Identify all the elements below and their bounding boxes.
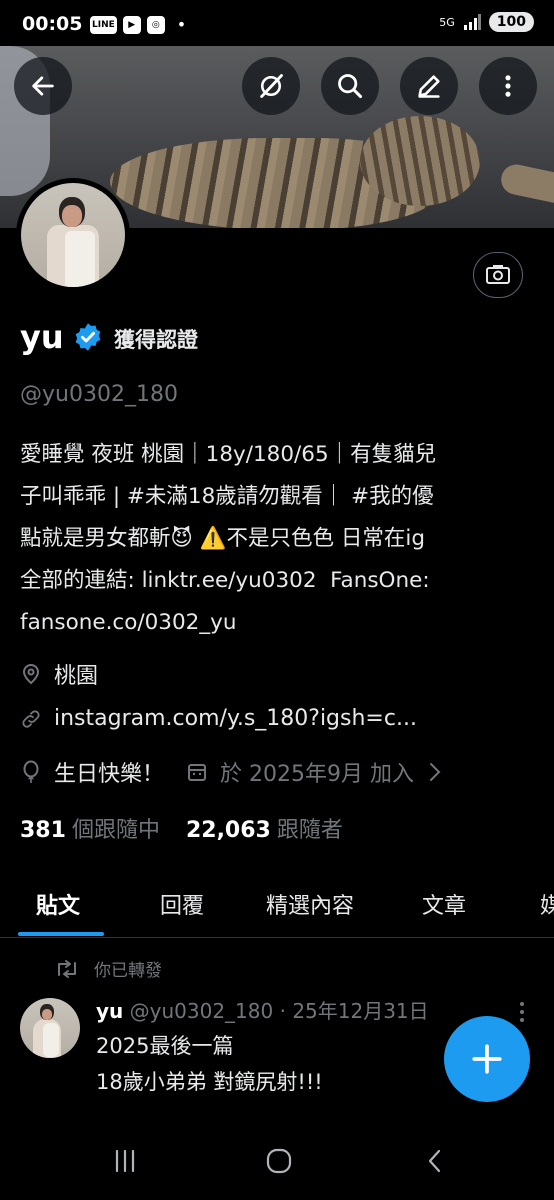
post-author-handle[interactable]: @yu0302_180 [130, 999, 274, 1023]
instagram-app-icon: ◎ [146, 15, 165, 34]
tab-posts[interactable]: 貼文 [36, 888, 80, 920]
followers-stat[interactable]: 22,063 跟隨者 [186, 812, 343, 844]
repost-icon [58, 959, 76, 978]
location-row: 桃園 [20, 658, 98, 690]
follow-stats: 381 個跟隨中 22,063 跟隨者 [20, 812, 343, 844]
tab-replies[interactable]: 回覆 [160, 888, 204, 920]
back-nav-button[interactable] [410, 1144, 460, 1178]
following-stat[interactable]: 381 個跟隨中 [20, 812, 160, 844]
tab-media[interactable]: 媒 [540, 888, 554, 920]
profile-bio: 愛睡覺 夜班 桃園｜18y/180/65｜有隻貓兒 子叫乖乖 | #未滿18歲請… [20, 442, 437, 635]
banner-cat-tail [498, 161, 554, 221]
search-button[interactable] [321, 57, 379, 115]
followers-count: 22,063 [185, 818, 271, 843]
birthday-joined-row: 生日快樂！ 於 2025年9月 加入 [20, 756, 458, 788]
home-icon [266, 1148, 292, 1174]
verified-badge-icon[interactable] [73, 322, 103, 352]
profile-name: yu [20, 318, 64, 356]
post-more-icon[interactable] [515, 1000, 529, 1024]
post-text: 2025最後一篇 18歲小弟弟 對鏡尻射!!! [96, 1034, 323, 1094]
pencil-icon [418, 75, 440, 98]
following-label: 個跟隨中 [71, 818, 160, 843]
line-app-icon: LINE [90, 15, 117, 34]
camera-button[interactable] [473, 252, 523, 298]
profile-tabs: 貼文 回覆 精選內容 文章 媒 [0, 880, 554, 938]
tab-highlights[interactable]: 精選內容 [266, 888, 354, 920]
notification-icons: LINE ▶ ◎ • [90, 15, 186, 34]
repost-indicator: 你已轉發 [54, 956, 162, 981]
home-button[interactable] [254, 1144, 304, 1178]
system-nav-bar [0, 1120, 554, 1200]
recent-apps-button[interactable] [100, 1144, 150, 1178]
network-type-label: 5G [439, 15, 455, 29]
location-text: 桃園 [54, 664, 99, 689]
website-row: instagram.com/y.s_180?igsh=c... [20, 706, 417, 731]
post-author-avatar[interactable] [20, 998, 80, 1058]
active-tab-indicator [18, 932, 104, 936]
back-button[interactable] [14, 57, 72, 115]
get-verified-link[interactable]: 獲得認證 [114, 324, 198, 354]
birthday-text: 生日快樂！ [54, 762, 165, 787]
post-date[interactable]: 25年12月31日 [292, 999, 428, 1023]
location-pin-icon [20, 663, 42, 685]
recent-apps-icon [115, 1149, 135, 1173]
arrow-left-icon [32, 76, 54, 96]
calendar-icon [186, 761, 208, 783]
chevron-right-icon[interactable] [424, 761, 446, 783]
joined-date-text: 於 2025年9月 加入 [220, 762, 414, 787]
system-icons: 5G 100 [439, 12, 534, 32]
compose-post-button[interactable] [444, 1016, 530, 1102]
battery-indicator: 100 [488, 12, 534, 32]
edit-button[interactable] [400, 57, 458, 115]
profile-handle: @yu0302_180 [20, 382, 178, 407]
camera-icon [486, 265, 510, 284]
plus-icon [472, 1044, 502, 1074]
tab-articles[interactable]: 文章 [422, 888, 466, 920]
chevron-left-icon [428, 1149, 441, 1173]
post-separator: · [279, 999, 286, 1023]
post-header: yu @yu0302_180 · 25年12月31日 [96, 995, 429, 1024]
search-icon [338, 74, 363, 99]
youtube-app-icon: ▶ [122, 15, 141, 34]
link-icon [20, 708, 42, 730]
repost-label: 你已轉發 [94, 961, 162, 981]
signal-icon [463, 14, 481, 30]
status-bar: 00:05 LINE ▶ ◎ • 5G 100 [0, 0, 554, 46]
website-link[interactable]: instagram.com/y.s_180?igsh=c... [54, 706, 417, 731]
profile-avatar[interactable] [16, 178, 130, 292]
grok-button[interactable] [242, 57, 300, 115]
status-time: 00:05 [22, 13, 83, 35]
following-count: 381 [20, 818, 66, 843]
more-notifications-dot: • [176, 15, 187, 34]
followers-label: 跟隨者 [276, 818, 343, 843]
more-options-button[interactable] [479, 57, 537, 115]
post-author-name[interactable]: yu [96, 999, 123, 1023]
more-vertical-icon [505, 75, 511, 97]
grok-icon [260, 74, 283, 98]
banner-cat-head [360, 116, 480, 206]
balloon-icon [20, 760, 42, 783]
